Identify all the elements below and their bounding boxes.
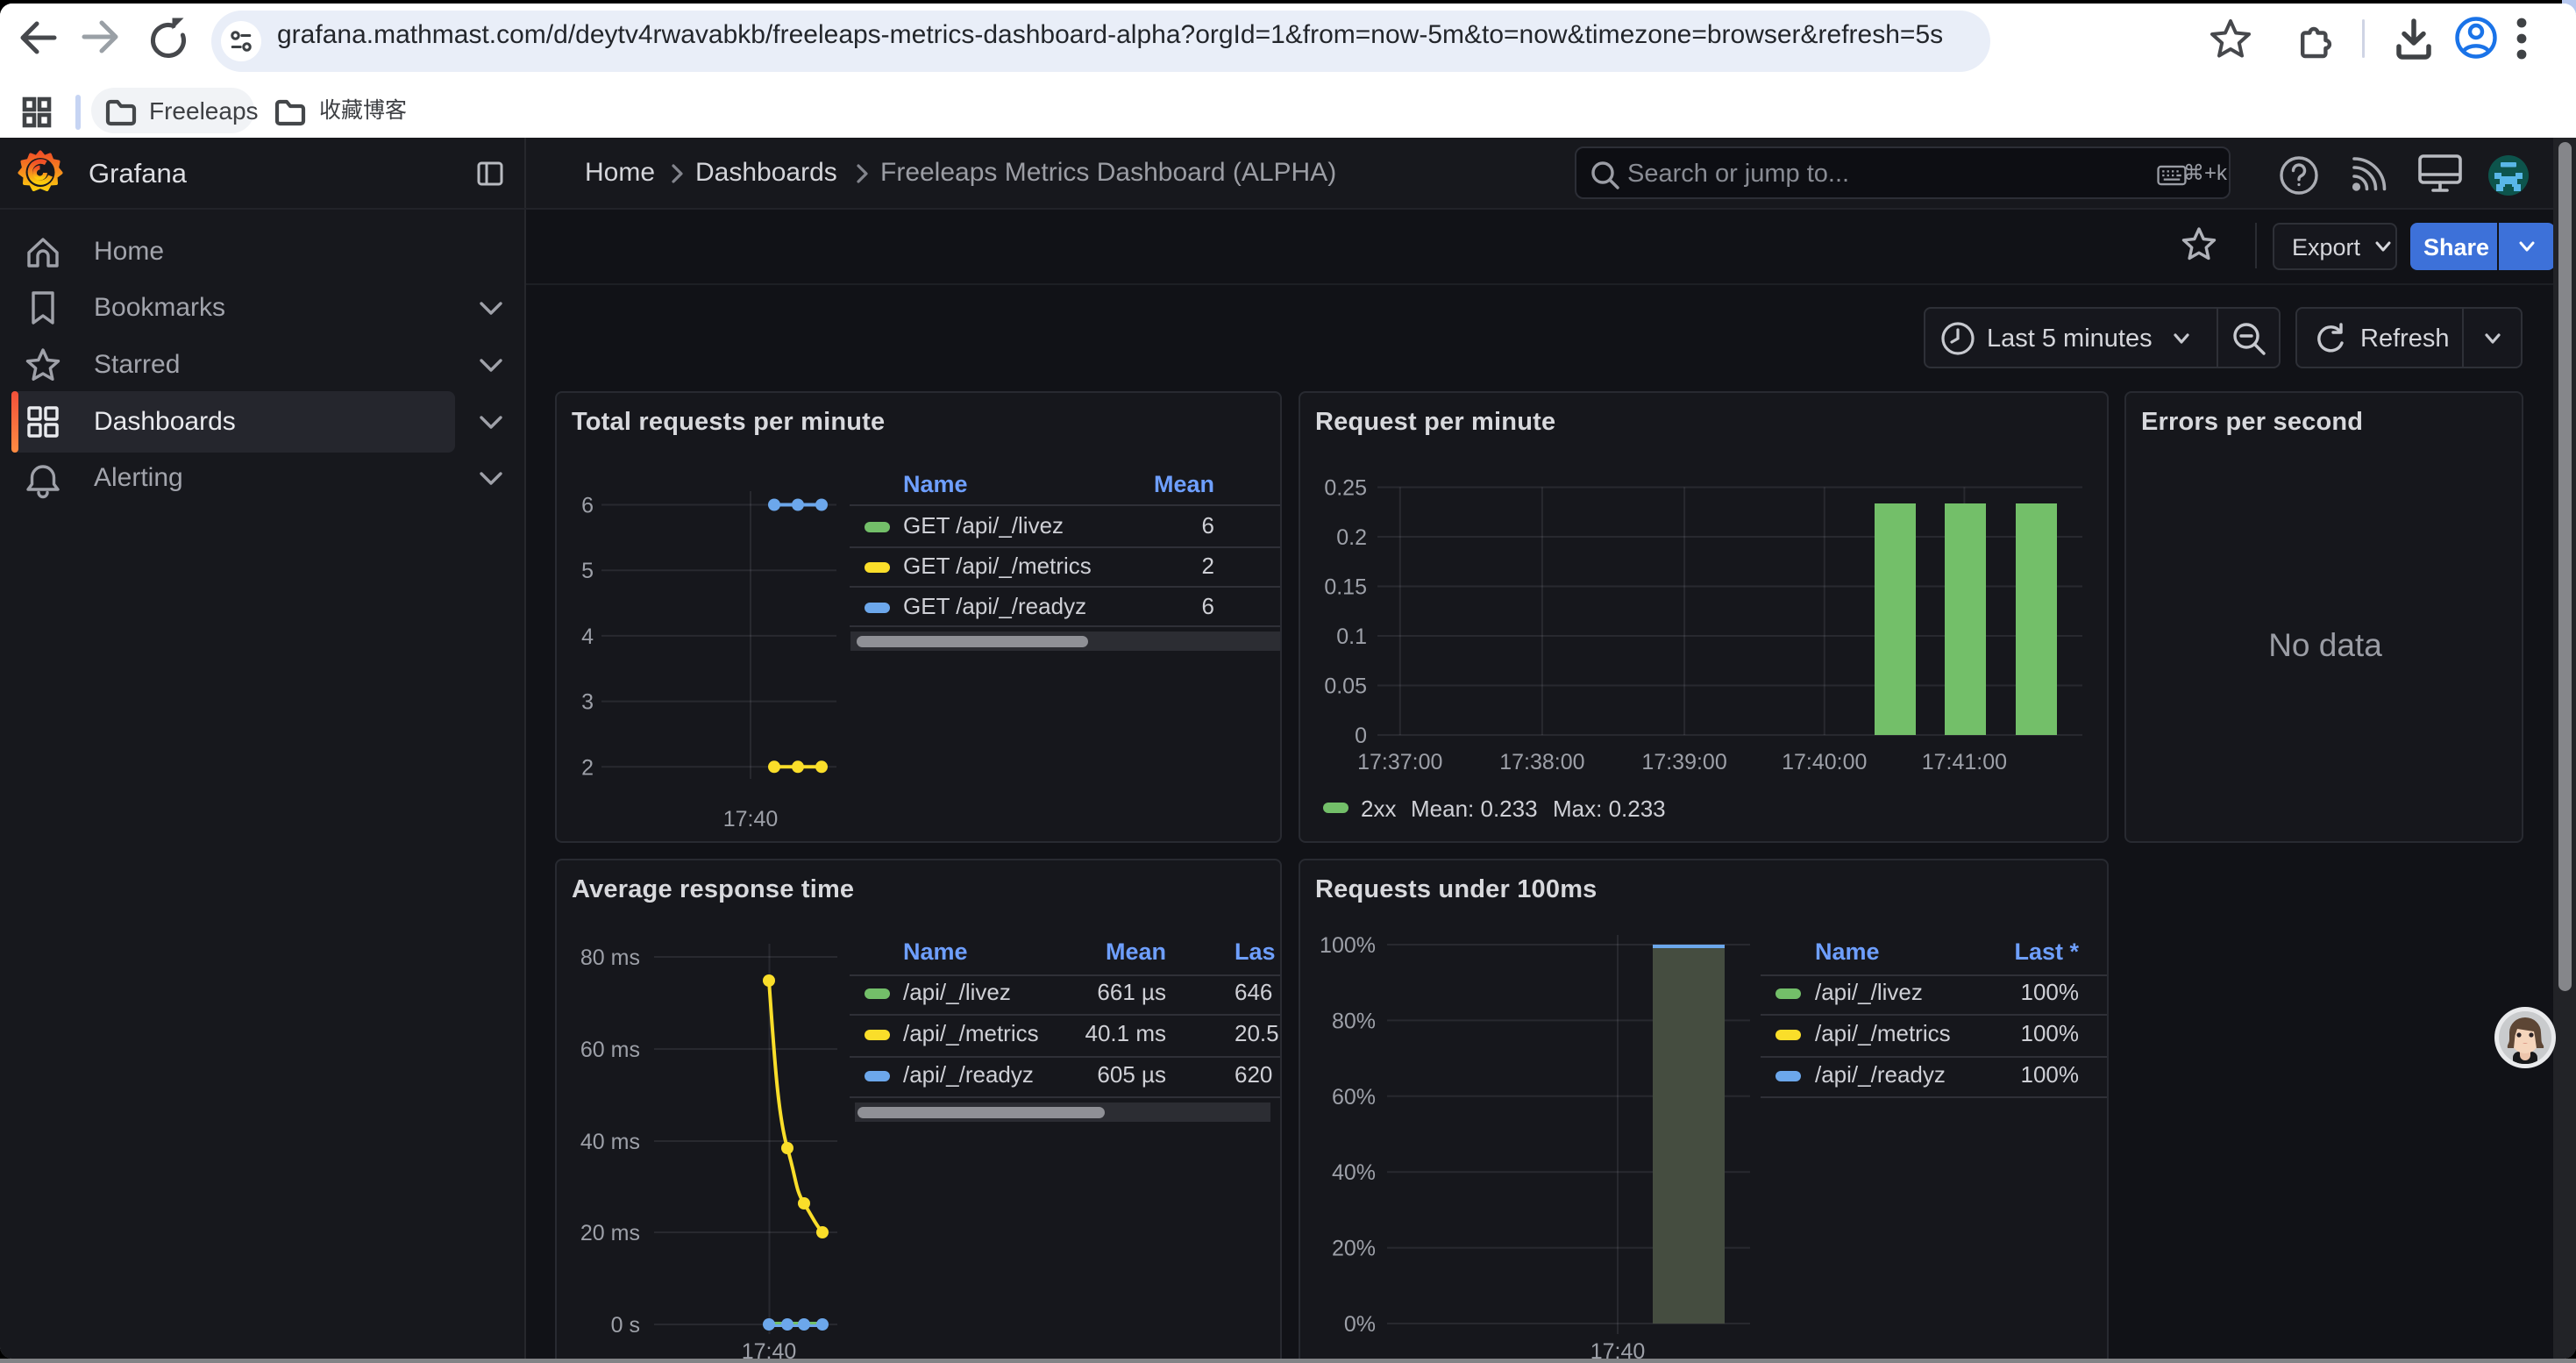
- svg-text:Max: 0.233: Max: 0.233: [1553, 796, 1666, 822]
- svg-text:6: 6: [1202, 593, 1214, 619]
- svg-text:0.05: 0.05: [1324, 674, 1367, 699]
- svg-text:100%: 100%: [2021, 1061, 2080, 1088]
- svg-text:Mean: Mean: [1154, 471, 1214, 497]
- svg-text:60%: 60%: [1332, 1085, 1376, 1110]
- svg-text:100%: 100%: [2021, 1020, 2080, 1046]
- svg-text:0: 0: [1355, 724, 1367, 748]
- svg-text:17:40: 17:40: [723, 807, 779, 831]
- svg-text:40%: 40%: [1332, 1160, 1376, 1185]
- svg-text:Mean: Mean: [1106, 938, 1166, 965]
- svg-text:Name: Name: [1815, 938, 1880, 965]
- svg-text:620: 620: [1235, 1061, 1272, 1088]
- svg-text:20.5 m: 20.5 m: [1235, 1020, 1280, 1046]
- svg-text:605 µs: 605 µs: [1097, 1061, 1166, 1088]
- svg-text:Name: Name: [903, 938, 968, 965]
- svg-text:80%: 80%: [1332, 1009, 1376, 1033]
- svg-text:40 ms: 40 ms: [580, 1130, 640, 1154]
- svg-text:0 s: 0 s: [611, 1313, 640, 1338]
- svg-text:GET /api/_/readyz: GET /api/_/readyz: [903, 593, 1086, 619]
- svg-text:No data: No data: [2268, 627, 2382, 663]
- svg-text:646: 646: [1235, 979, 1272, 1005]
- svg-text:17:40: 17:40: [1590, 1339, 1646, 1359]
- svg-text:Las: Las: [1235, 938, 1276, 965]
- svg-text:17:40:00: 17:40:00: [1782, 750, 1867, 774]
- svg-text:2xx: 2xx: [1361, 796, 1396, 822]
- svg-text:Last *: Last *: [2014, 938, 2079, 965]
- svg-text:0.25: 0.25: [1324, 476, 1367, 501]
- svg-text:60 ms: 60 ms: [580, 1038, 640, 1062]
- svg-text:40.1 ms: 40.1 ms: [1085, 1020, 1167, 1046]
- svg-text:Mean: 0.233: Mean: 0.233: [1411, 796, 1538, 822]
- svg-text:6: 6: [581, 494, 594, 518]
- svg-text:20%: 20%: [1332, 1237, 1376, 1261]
- svg-text:/api/_/readyz: /api/_/readyz: [1815, 1061, 1946, 1088]
- svg-text:6: 6: [1202, 512, 1214, 539]
- svg-text:GET /api/_/livez: GET /api/_/livez: [903, 512, 1064, 539]
- svg-text:2: 2: [581, 755, 594, 780]
- svg-text:100%: 100%: [2021, 979, 2080, 1005]
- svg-text:17:41:00: 17:41:00: [1922, 750, 2007, 774]
- svg-text:GET /api/_/metrics: GET /api/_/metrics: [903, 553, 1092, 579]
- svg-text:/api/_/readyz: /api/_/readyz: [903, 1061, 1034, 1088]
- svg-text:4: 4: [581, 624, 594, 649]
- svg-text:661 µs: 661 µs: [1097, 979, 1166, 1005]
- svg-text:17:38:00: 17:38:00: [1499, 750, 1584, 774]
- svg-text:100%: 100%: [1320, 933, 1376, 958]
- svg-text:2: 2: [1202, 553, 1214, 579]
- svg-text:/api/_/metrics: /api/_/metrics: [903, 1020, 1039, 1046]
- svg-text:20 ms: 20 ms: [580, 1221, 640, 1245]
- svg-text:/api/_/livez: /api/_/livez: [1815, 979, 1923, 1005]
- svg-text:5: 5: [581, 559, 594, 583]
- svg-text:0.1: 0.1: [1336, 624, 1367, 649]
- svg-text:0.2: 0.2: [1336, 525, 1367, 550]
- svg-text:0.15: 0.15: [1324, 575, 1367, 600]
- svg-text:/api/_/livez: /api/_/livez: [903, 979, 1011, 1005]
- svg-text:80 ms: 80 ms: [580, 946, 640, 970]
- svg-text:/api/_/metrics: /api/_/metrics: [1815, 1020, 1951, 1046]
- svg-text:Name: Name: [903, 471, 968, 497]
- svg-text:3: 3: [581, 690, 594, 715]
- svg-text:17:39:00: 17:39:00: [1641, 750, 1726, 774]
- svg-text:17:40: 17:40: [742, 1339, 797, 1359]
- svg-text:0%: 0%: [1344, 1312, 1376, 1337]
- svg-text:17:37:00: 17:37:00: [1357, 750, 1442, 774]
